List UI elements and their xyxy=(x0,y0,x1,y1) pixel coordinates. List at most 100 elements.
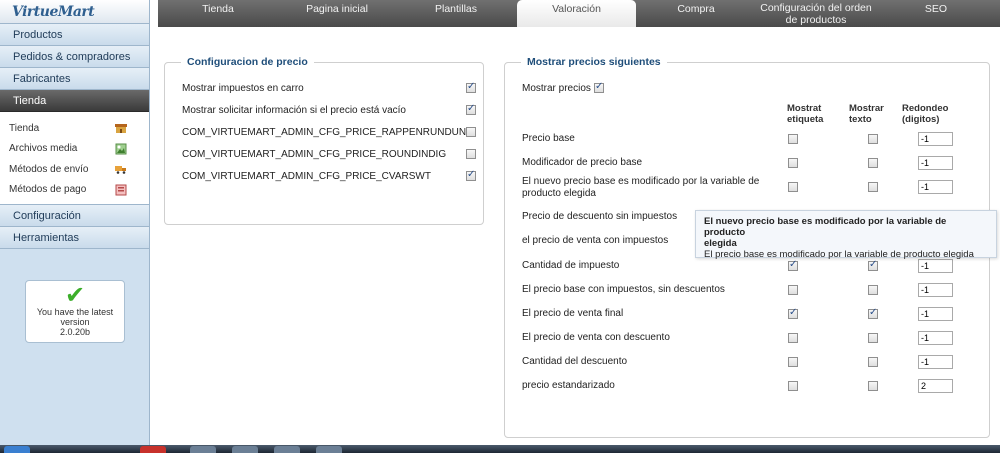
sidebar: VirtueMart Productos Pedidos & comprador… xyxy=(0,0,150,445)
price-row-show-text-checkbox[interactable] xyxy=(868,182,878,192)
header-line: etiqueta xyxy=(787,114,824,125)
submenu-item-tienda[interactable]: Tienda xyxy=(0,118,149,139)
tooltip-title-line2: elegida xyxy=(704,238,737,249)
price-row-label: El nuevo precio base es modificado por l… xyxy=(522,176,759,200)
os-taskbar xyxy=(0,445,1000,453)
price-row-show-label-checkbox[interactable] xyxy=(788,357,798,367)
price-row-show-text-checkbox[interactable] xyxy=(868,259,878,271)
price-config-label: COM_VIRTUEMART_ADMIN_CFG_PRICE_ROUNDINDI… xyxy=(182,149,447,160)
version-number: 2.0.20b xyxy=(59,327,91,337)
price-row-show-label-checkbox[interactable] xyxy=(788,381,798,391)
checkmark-icon: ✔ xyxy=(64,282,86,309)
price-config-row: COM_VIRTUEMART_ADMIN_CFG_PRICE_CVARSWT xyxy=(182,171,431,182)
price-row-show-text-checkbox[interactable] xyxy=(868,134,878,144)
submenu-item-archivos-media[interactable]: Archivos media xyxy=(0,139,149,160)
taskbar-app-button[interactable] xyxy=(274,446,300,453)
header-line: texto xyxy=(849,114,872,125)
price-row-show-text-checkbox[interactable] xyxy=(868,285,878,295)
price-config-label: COM_VIRTUEMART_ADMIN_CFG_PRICE_RAPPENRUN… xyxy=(182,127,474,138)
version-status-box: ✔ You have the latest version 2.0.20b xyxy=(25,280,125,343)
column-header-show-label: Mostrat etiqueta xyxy=(787,103,823,125)
sidebar-item-pedidos[interactable]: Pedidos & compradores xyxy=(0,46,149,68)
submenu-item-label: Tienda xyxy=(9,122,40,134)
payment-icon xyxy=(115,184,127,196)
price-row-label: Cantidad del descuento xyxy=(522,356,628,367)
price-row-rounding-input[interactable] xyxy=(918,307,953,321)
price-row-show-label-checkbox[interactable] xyxy=(788,259,798,271)
price-row-label: Modificador de precio base xyxy=(522,157,643,168)
sidebar-item-herramientas[interactable]: Herramientas xyxy=(0,227,149,249)
tab-valoracion[interactable]: Valoración xyxy=(517,0,636,27)
price-row-show-label-checkbox[interactable] xyxy=(788,333,798,343)
price-row-rounding-input[interactable] xyxy=(918,132,953,146)
header-line: Mostrar xyxy=(849,103,884,114)
price-row-label: precio estandarizado xyxy=(522,380,615,391)
tab-seo[interactable]: SEO xyxy=(876,0,996,27)
tab-tienda[interactable]: Tienda xyxy=(158,0,278,27)
price-row-show-text-checkbox[interactable] xyxy=(868,307,878,319)
show-prices-legend: Mostrar precios siguientes xyxy=(521,56,667,68)
cvarswt-checkbox[interactable] xyxy=(466,169,476,181)
tab-label-line2: de productos xyxy=(785,14,847,26)
price-row-show-label-checkbox[interactable] xyxy=(788,182,798,192)
price-row-rounding-input[interactable] xyxy=(918,331,953,345)
price-row-show-label-checkbox[interactable] xyxy=(788,307,798,319)
price-row-rounding-input[interactable] xyxy=(918,180,953,194)
price-row-show-label-checkbox[interactable] xyxy=(788,134,798,144)
price-row-label: Precio base xyxy=(522,133,575,144)
price-config-label: COM_VIRTUEMART_ADMIN_CFG_PRICE_CVARSWT xyxy=(182,171,431,182)
price-config-row: COM_VIRTUEMART_ADMIN_CFG_PRICE_ROUNDINDI… xyxy=(182,149,446,160)
tab-plantillas[interactable]: Plantillas xyxy=(396,0,516,27)
submenu-item-label: Archivos media xyxy=(9,143,78,155)
version-line2: version xyxy=(60,317,90,327)
price-row-label-line: El nuevo precio base es modificado por l… xyxy=(522,176,760,187)
virtuemart-logo[interactable]: VirtueMart xyxy=(0,0,149,24)
submenu-item-metodos-envio[interactable]: Métodos de envío xyxy=(0,159,149,180)
sidebar-item-configuracion[interactable]: Configuración xyxy=(0,205,149,227)
header-line: (digitos) xyxy=(902,114,940,125)
tab-configuracion-orden-productos[interactable]: Configuración del orden de productos xyxy=(756,0,876,27)
price-row-rounding-input[interactable] xyxy=(918,379,953,393)
show-prices-checkbox[interactable] xyxy=(594,81,604,93)
price-row-show-text-checkbox[interactable] xyxy=(868,158,878,168)
header-line: Redondeo xyxy=(902,103,949,114)
taskbar-app-button[interactable] xyxy=(316,446,342,453)
roundindig-checkbox[interactable] xyxy=(466,149,476,159)
tab-compra[interactable]: Compra xyxy=(636,0,756,27)
price-row-label: El precio de venta con descuento xyxy=(522,332,670,343)
submenu-item-label: Métodos de pago xyxy=(9,184,87,196)
price-row-label: Cantidad de impuesto xyxy=(522,260,620,271)
price-config-row: Mostrar impuestos en carro xyxy=(182,83,304,94)
tab-bar: Tienda Pagina inicial Plantillas Valorac… xyxy=(158,0,1000,27)
price-row-show-text-checkbox[interactable] xyxy=(868,357,878,367)
taskbar-app-button[interactable] xyxy=(232,446,258,453)
price-row-rounding-input[interactable] xyxy=(918,156,953,170)
sidebar-item-tienda[interactable]: Tienda xyxy=(0,90,149,112)
tab-pagina-inicial[interactable]: Pagina inicial xyxy=(278,0,396,27)
taskbar-app-button[interactable] xyxy=(190,446,216,453)
show-prices-master-row: Mostrar precios xyxy=(522,83,591,94)
price-row-show-text-checkbox[interactable] xyxy=(868,381,878,391)
shipping-truck-icon xyxy=(115,163,127,175)
taskbar-app-button[interactable] xyxy=(140,446,166,453)
price-config-label: Mostrar impuestos en carro xyxy=(182,83,304,94)
price-row-label: El precio base con impuestos, sin descue… xyxy=(522,284,725,295)
sidebar-item-productos[interactable]: Productos xyxy=(0,24,149,46)
price-row-label: El precio de venta final xyxy=(522,308,624,319)
sidebar-item-fabricantes[interactable]: Fabricantes xyxy=(0,68,149,90)
ask-price-if-empty-checkbox[interactable] xyxy=(466,103,476,115)
start-button[interactable] xyxy=(4,446,30,453)
price-row-show-label-checkbox[interactable] xyxy=(788,285,798,295)
version-line1: You have the latest xyxy=(36,307,114,317)
price-row-show-label-checkbox[interactable] xyxy=(788,158,798,168)
price-row-rounding-input[interactable] xyxy=(918,355,953,369)
show-tax-in-cart-checkbox[interactable] xyxy=(466,81,476,93)
tienda-submenu: Tienda Archivos media Métodos de envío M… xyxy=(0,112,149,205)
price-config-row: COM_VIRTUEMART_ADMIN_CFG_PRICE_RAPPENRUN… xyxy=(182,127,474,138)
price-row-rounding-input[interactable] xyxy=(918,283,953,297)
submenu-item-label: Métodos de envío xyxy=(9,163,89,175)
submenu-item-metodos-pago[interactable]: Métodos de pago xyxy=(0,180,149,201)
rappenrundung-checkbox[interactable] xyxy=(466,127,476,137)
price-row-show-text-checkbox[interactable] xyxy=(868,333,878,343)
price-row-rounding-input[interactable] xyxy=(918,259,953,273)
